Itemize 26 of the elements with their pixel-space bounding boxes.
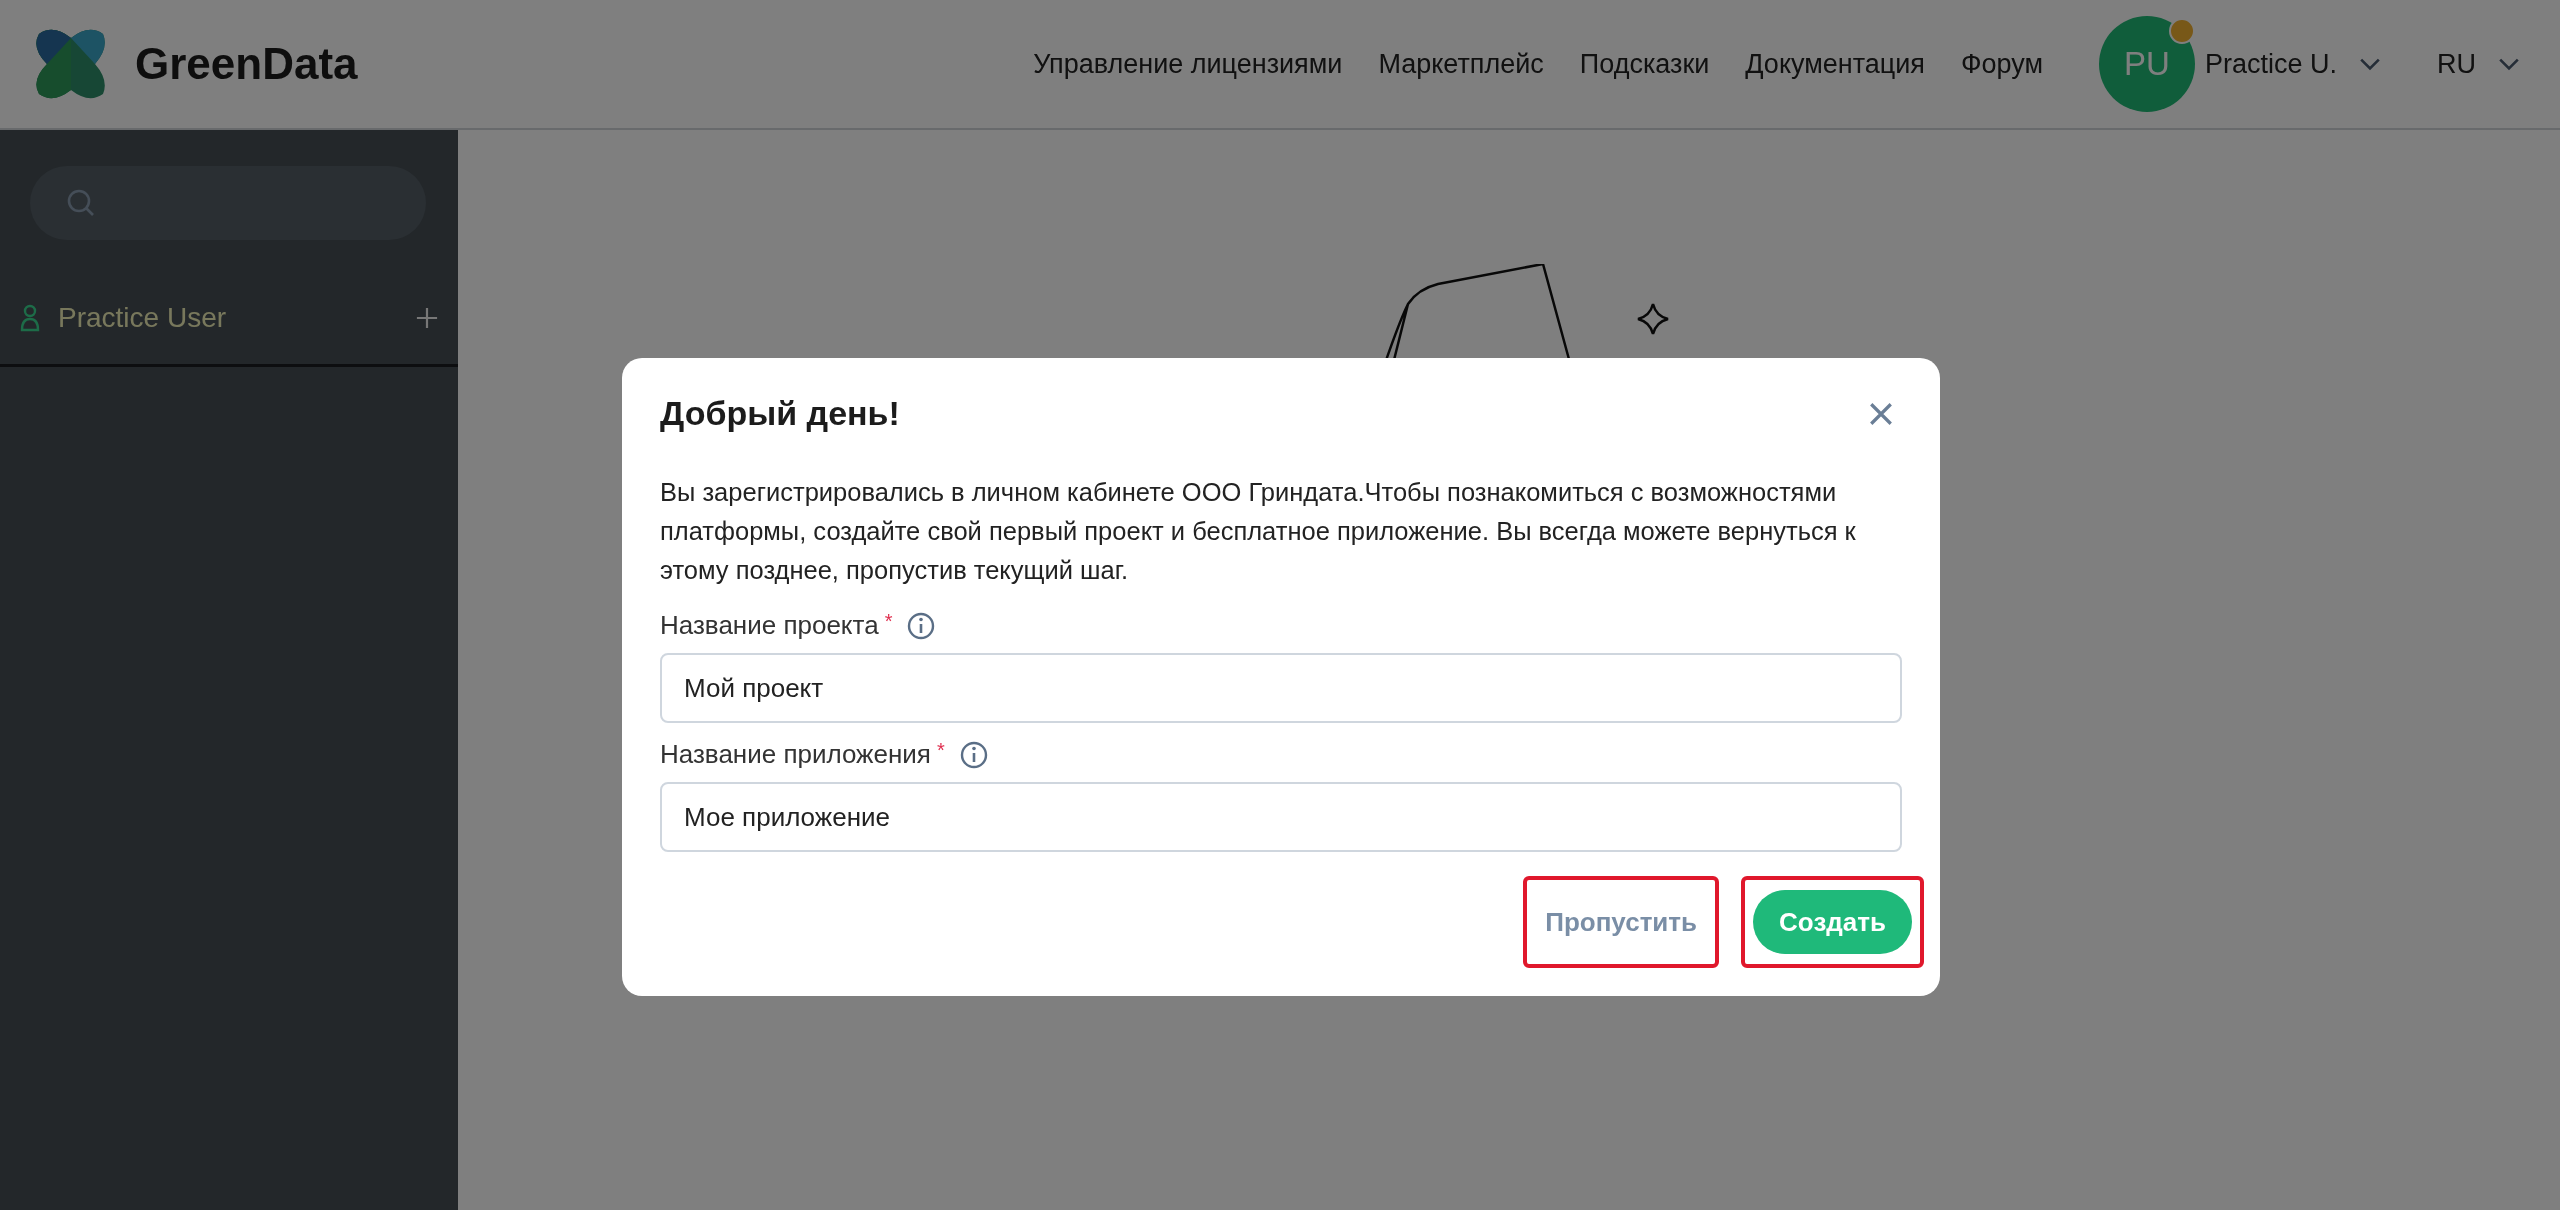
user-name[interactable]: Practice U.: [2204, 48, 2337, 80]
nav-link[interactable]: Управление лицензиями: [1033, 48, 1343, 80]
close-icon[interactable]: [1868, 400, 1894, 427]
dialog-message: Вы зарегистрировались в личном кабинете ООО Гриндата.Чтобы познакомиться с возможностями платформы, создайте свой первый проект и бесплатное приложение. Вы всегда можете вернуться к этому позднее, пропустив текущий шаг.: [660, 477, 1857, 586]
field-label: Название проекта: [660, 610, 879, 641]
sidebar-item[interactable]: Practice User: [58, 302, 227, 334]
nav-link[interactable]: Документация: [1745, 48, 1925, 80]
dialog-button[interactable]: Создать: [1753, 890, 1912, 954]
required-mark: *: [884, 610, 893, 633]
logo-text: GreenData: [135, 39, 358, 89]
info-icon[interactable]: [958, 739, 989, 770]
dialog-title: Добрый день!: [660, 394, 900, 433]
user-icon: [20, 304, 40, 332]
chevron-down-icon[interactable]: [2359, 57, 2381, 71]
nav-link[interactable]: Форум: [1960, 48, 2043, 80]
info-icon[interactable]: [906, 610, 937, 641]
text-input-field[interactable]: Мой проект: [660, 653, 1902, 723]
search-icon: [66, 188, 96, 218]
field-label: Название приложения: [660, 739, 931, 770]
chevron-down-icon[interactable]: [2498, 57, 2520, 71]
language-selector[interactable]: RU: [2437, 48, 2476, 80]
text-input-field[interactable]: Мое приложение: [660, 782, 1902, 852]
add-icon[interactable]: [416, 307, 438, 329]
nav-link[interactable]: Подсказки: [1579, 48, 1710, 80]
required-mark: *: [936, 739, 945, 762]
nav-link[interactable]: Маркетплейс: [1378, 48, 1544, 80]
